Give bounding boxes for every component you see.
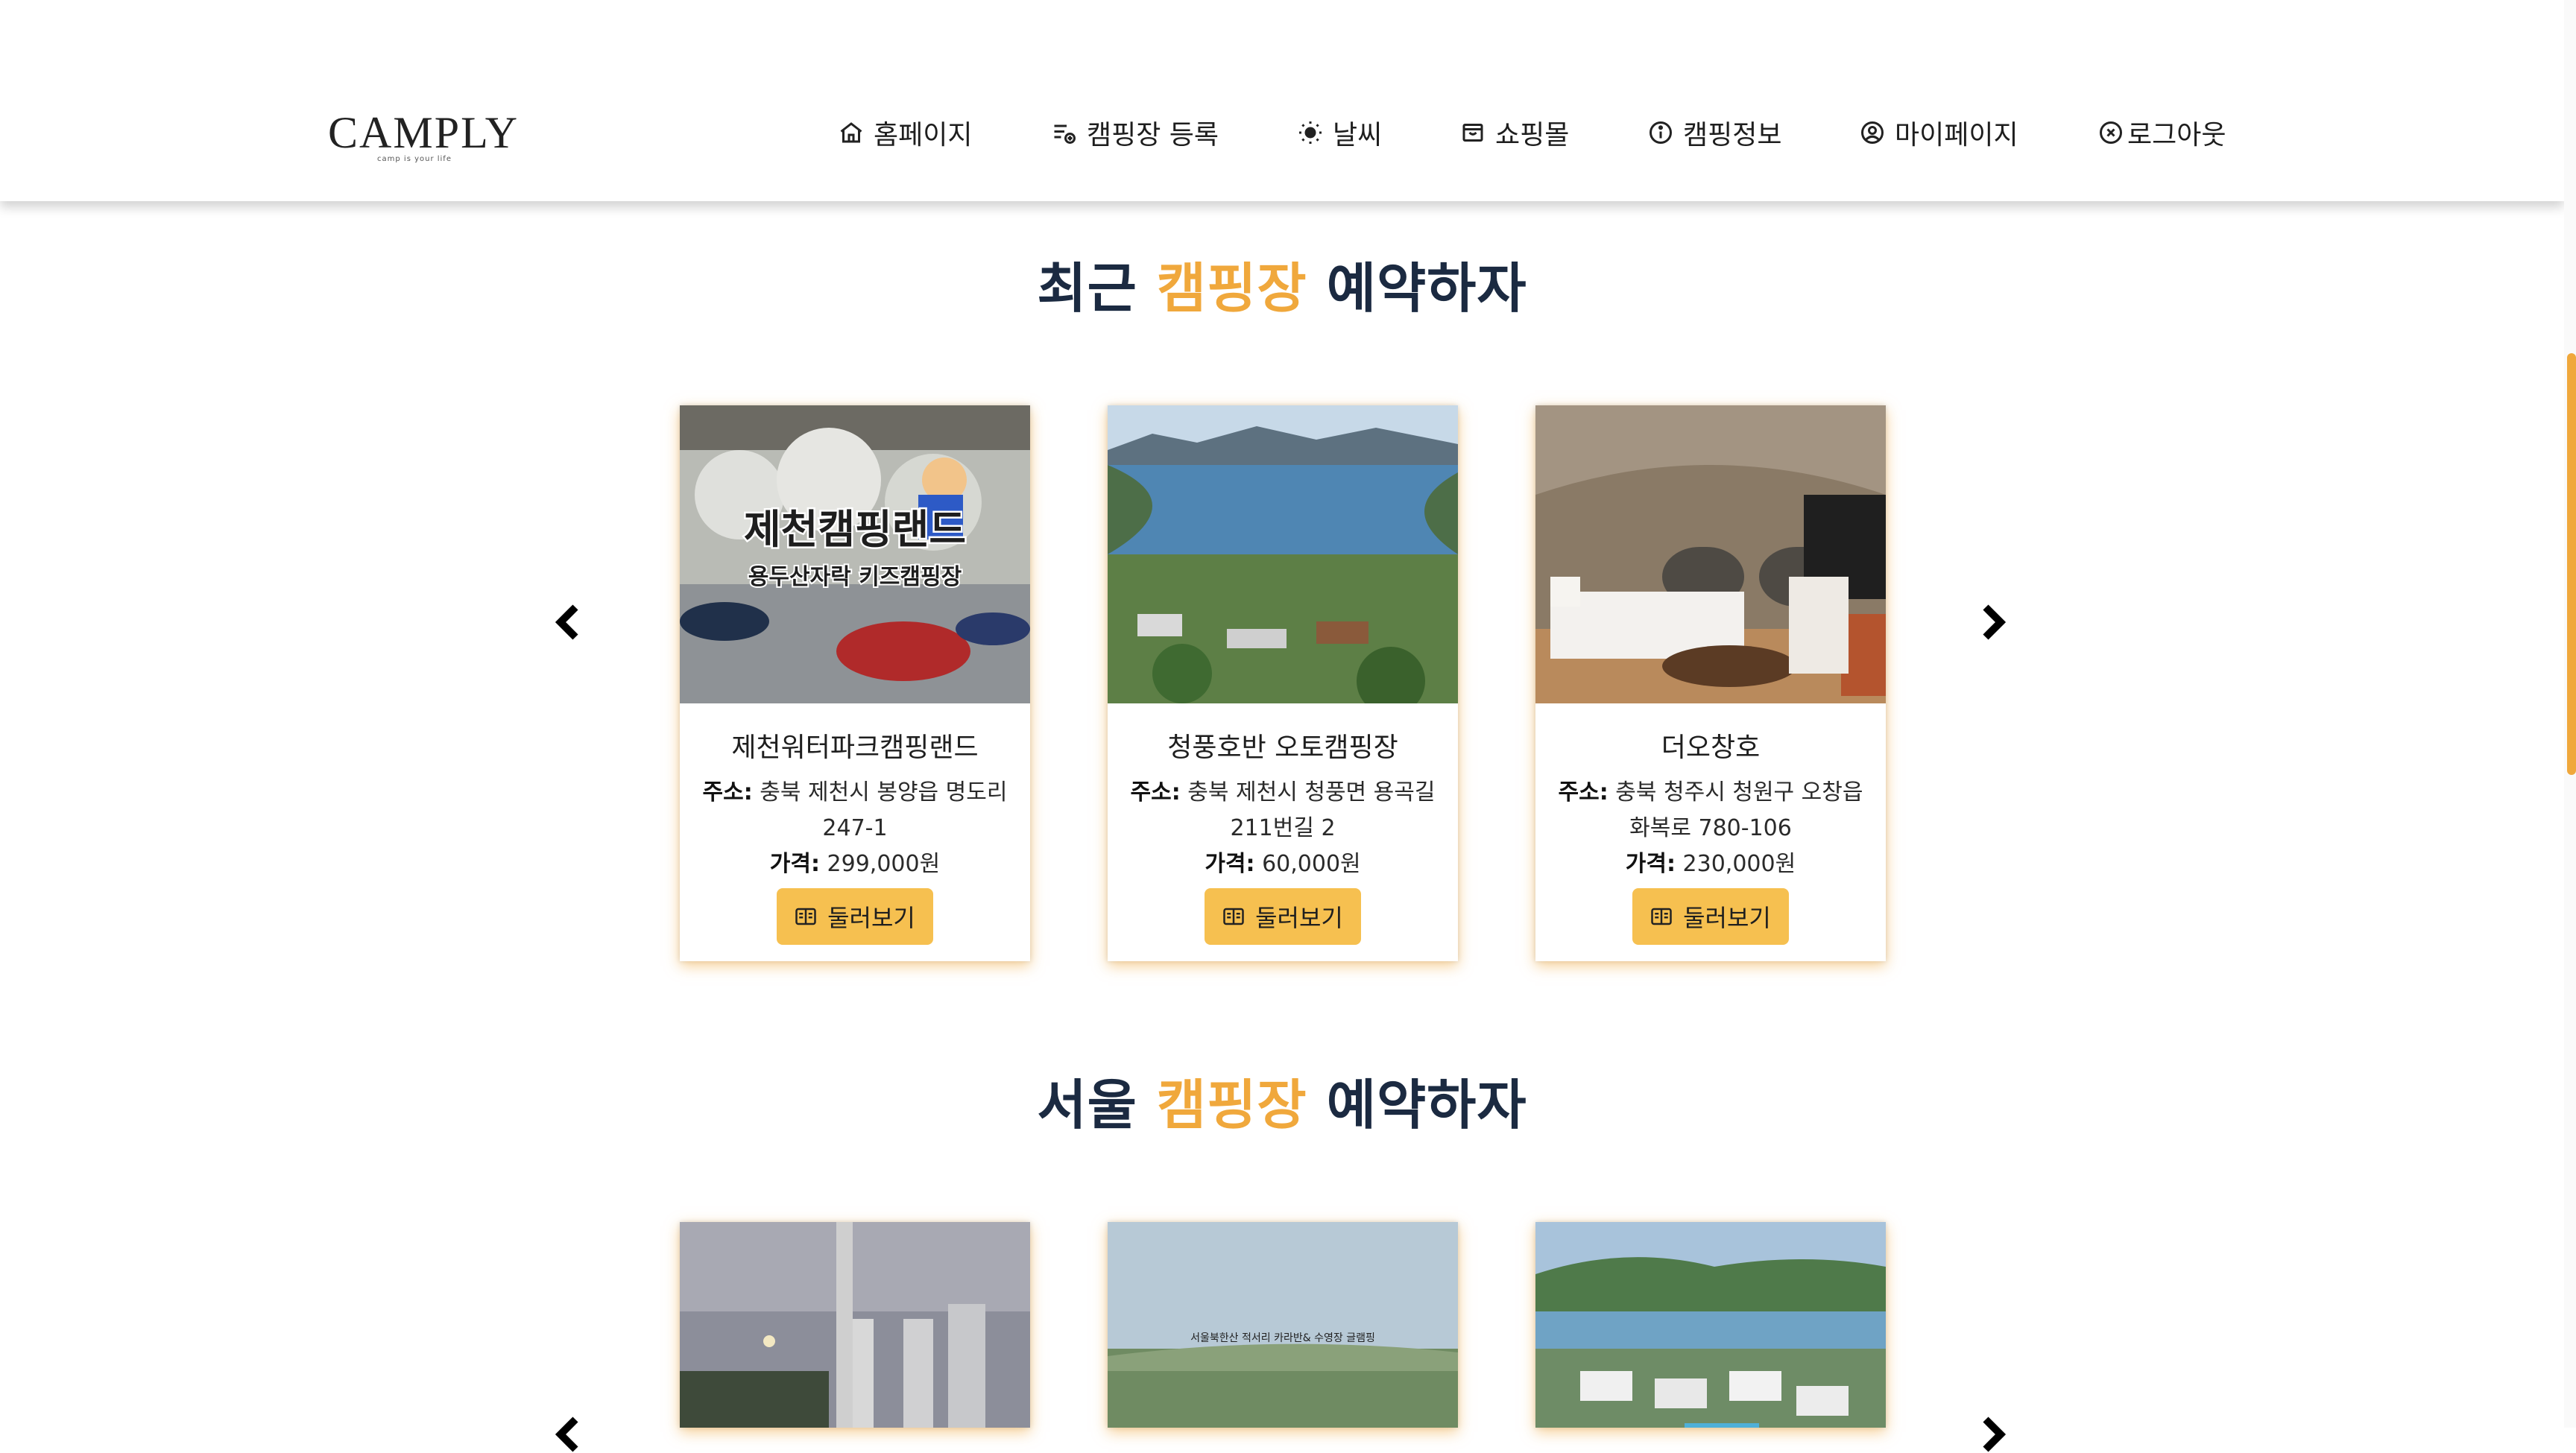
image-title-text: 제천캠핑랜드 xyxy=(744,506,966,553)
camp-name: 더오창호 xyxy=(1661,732,1761,763)
price-label: 가격: xyxy=(769,851,820,877)
price-label: 가격: xyxy=(1205,851,1255,877)
scrollbar-thumb[interactable] xyxy=(2567,353,2576,775)
camp-card[interactable]: 서울북한산 적서리 카라반& 수영장 글램핑 xyxy=(1108,1222,1458,1428)
address-label: 주소: xyxy=(702,779,753,805)
camp-card[interactable]: 제천캠핑랜드 용두산자락 키즈캠핑장 제천워터파크캠핑랜드 주소: 충북 제천시… xyxy=(680,405,1030,961)
nav-register-camp[interactable]: 캠핑장 등록 xyxy=(1051,113,1219,152)
nav-shop-label: 쇼핑몰 xyxy=(1495,120,1570,151)
close-circle-icon xyxy=(2100,121,2122,144)
camp-photo xyxy=(680,1222,1030,1428)
image-subtitle-text: 용두산자락 키즈캠핑장 xyxy=(748,564,962,590)
camp-photo: 제천캠핑랜드 용두산자락 키즈캠핑장 xyxy=(680,405,1030,703)
carousel-next-icon[interactable] xyxy=(1978,604,2008,641)
price-value: 230,000원 xyxy=(1682,851,1796,877)
browse-button-label: 둘러보기 xyxy=(827,904,915,932)
book-icon xyxy=(1651,908,1672,925)
price-value: 299,000원 xyxy=(827,851,941,877)
nav-mypage-label: 마이페이지 xyxy=(1895,120,2018,151)
seoul-title-post: 예약하자 xyxy=(1326,1074,1527,1136)
camp-card[interactable]: 청풍호반 오토캠핑장 주소: 충북 제천시 청풍면 용곡길 211번길 2 가격… xyxy=(1108,405,1458,961)
nav-home[interactable]: 홈페이지 xyxy=(838,113,972,152)
browse-button[interactable]: 둘러보기 xyxy=(1632,888,1789,945)
user-circle-icon xyxy=(1861,121,1884,144)
camp-price: 가격: 60,000원 xyxy=(1108,846,1458,882)
nav-weather-label: 날씨 xyxy=(1333,120,1383,151)
camp-photo xyxy=(1108,405,1458,703)
camp-address: 주소: 충북 제천시 청풍면 용곡길 211번길 2 xyxy=(1108,775,1458,846)
seoul-title-pre: 서울 xyxy=(1037,1074,1137,1136)
list-add-icon xyxy=(1054,124,1076,144)
site-header: CAMPLY camp is your life 홈페이지 캠핑장 등록 날씨 … xyxy=(0,0,2564,201)
nav-camp-info[interactable]: 캠핑정보 xyxy=(1647,113,1781,152)
seoul-section-title: 서울 캠핑장 예약하자 xyxy=(0,1061,2564,1139)
address-label: 주소: xyxy=(1558,779,1609,805)
carousel-next-icon[interactable] xyxy=(1978,1416,2008,1453)
camp-card[interactable]: 더오창호 주소: 충북 청주시 청원구 오창읍 화복로 780-106 가격: … xyxy=(1535,405,1886,961)
nav-camp-info-label: 캠핑정보 xyxy=(1683,120,1782,151)
browse-button[interactable]: 둘러보기 xyxy=(1205,888,1361,945)
camp-price: 가격: 299,000원 xyxy=(680,846,1030,882)
recent-title-pre: 최근 xyxy=(1037,257,1137,320)
nav-register-camp-label: 캠핑장 등록 xyxy=(1087,120,1219,151)
nav-home-label: 홈페이지 xyxy=(874,120,973,151)
logo-text: CAMPLY xyxy=(328,108,520,157)
price-value: 60,000원 xyxy=(1262,851,1361,877)
carousel-prev-icon[interactable] xyxy=(553,604,583,641)
browse-button-label: 둘러보기 xyxy=(1255,904,1343,932)
camp-price: 가격: 230,000원 xyxy=(1535,846,1886,882)
nav-mypage[interactable]: 마이페이지 xyxy=(1859,113,2018,152)
seoul-title-accent: 캠핑장 xyxy=(1156,1074,1307,1136)
logo[interactable]: CAMPLY camp is your life xyxy=(328,108,520,163)
address-value: 충북 청주시 청원구 오창읍 화복로 780-106 xyxy=(1615,779,1863,841)
camp-photo: 서울북한산 적서리 카라반& 수영장 글램핑 xyxy=(1108,1222,1458,1428)
camp-photo xyxy=(1535,1222,1886,1428)
address-label: 주소: xyxy=(1130,779,1181,805)
nav-weather[interactable]: 날씨 xyxy=(1297,113,1382,152)
nav-logout-label: 로그아웃 xyxy=(2127,120,2226,151)
camp-name: 청풍호반 오토캠핑장 xyxy=(1167,732,1398,763)
info-icon xyxy=(1650,121,1672,144)
home-icon xyxy=(840,122,862,143)
camp-photo xyxy=(1535,405,1886,703)
camp-name: 제천워터파크캠핑랜드 xyxy=(731,732,979,763)
book-icon xyxy=(795,908,816,925)
camp-address: 주소: 충북 청주시 청원구 오창읍 화복로 780-106 xyxy=(1535,775,1886,846)
camp-card[interactable] xyxy=(680,1222,1030,1428)
price-label: 가격: xyxy=(1625,851,1676,877)
recent-title-accent: 캠핑장 xyxy=(1156,257,1307,320)
recent-section-title: 최근 캠핑장 예약하자 xyxy=(0,244,2564,323)
image-caption-text: 서울북한산 적서리 카라반& 수영장 글램핑 xyxy=(1190,1332,1375,1344)
browse-button[interactable]: 둘러보기 xyxy=(777,888,933,945)
browse-button-label: 둘러보기 xyxy=(1683,904,1771,932)
address-value: 충북 제천시 봉양읍 명도리 247-1 xyxy=(760,779,1008,841)
nav-logout[interactable]: 로그아웃 xyxy=(2097,113,2226,152)
camp-address: 주소: 충북 제천시 봉양읍 명도리 247-1 xyxy=(680,775,1030,846)
book-icon xyxy=(1223,908,1244,925)
carousel-prev-icon[interactable] xyxy=(553,1416,583,1453)
sun-icon xyxy=(1299,121,1322,144)
address-value: 충북 제천시 청풍면 용곡길 211번길 2 xyxy=(1187,779,1436,841)
shop-icon xyxy=(1462,124,1483,142)
nav-shop[interactable]: 쇼핑몰 xyxy=(1459,113,1569,152)
recent-title-post: 예약하자 xyxy=(1326,257,1527,320)
camp-card[interactable] xyxy=(1535,1222,1886,1428)
